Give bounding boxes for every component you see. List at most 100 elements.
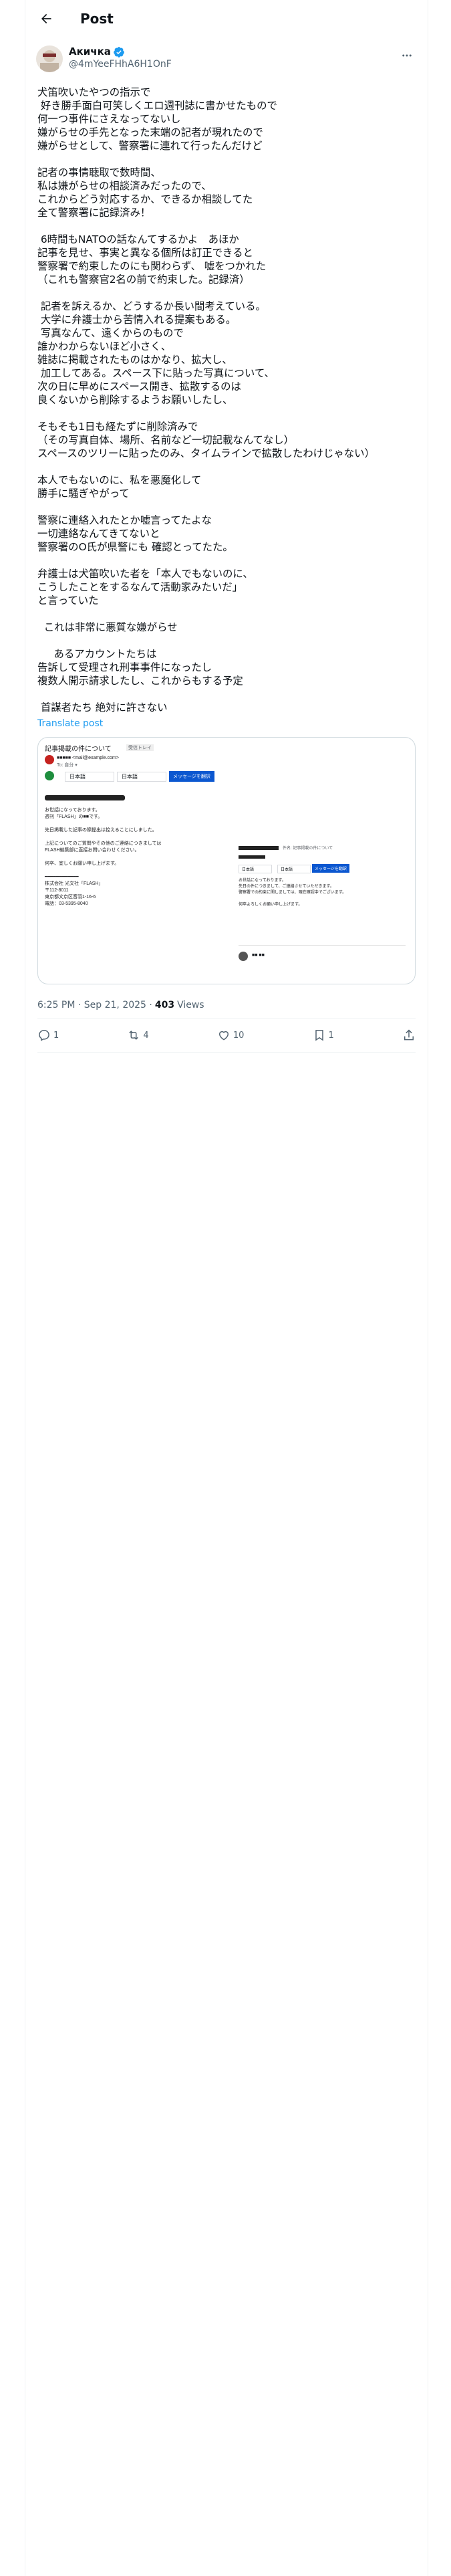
tweet-text-line: 雑誌に掲載されたものはかなり、拡大し、 xyxy=(37,354,233,366)
like-count: 10 xyxy=(233,1030,245,1041)
email-body-line: 株式会社 光文社「FLASH」 xyxy=(45,881,104,886)
lang-to-select: 日本語 xyxy=(117,772,166,782)
tweet-text-line: 良くないから削除するようお願いしたし、 xyxy=(37,394,233,406)
author-handle[interactable]: @4mYeeFHhA6H1OnF xyxy=(69,58,172,71)
email-body-line xyxy=(45,834,218,841)
second-email-body-line: 警察署での約束に関しましては、現在確認中でございます。 xyxy=(239,891,347,895)
tweet-text-line xyxy=(37,634,416,647)
reply-icon xyxy=(39,1030,49,1041)
email-body-line: 先日掲載した記事の際提出は控えることにしました。 xyxy=(45,828,157,833)
tweet-text-line: 記事を見せ、事実と異なる個所は訂正できると xyxy=(37,247,253,259)
second-email-body-line: お世話になっております。 xyxy=(239,879,286,883)
tweet-text-line: 加工してある。スペース下に貼った写真について、 xyxy=(37,367,275,379)
verified-badge-icon xyxy=(114,46,124,58)
tweet-text-line: そもそも1日も経たずに削除済みで xyxy=(37,421,198,433)
tweet-text-line xyxy=(37,152,416,166)
share-button[interactable] xyxy=(402,1029,416,1042)
tweet-text-line: これは非常に悪質な嫌がらせ xyxy=(37,621,178,633)
second-screenshot: 件名: 記事掲載の件について 日本語 日本語 メッセージを翻訳 お世話になってお… xyxy=(239,845,412,978)
views-count: 403 xyxy=(154,1000,175,1010)
tweet-text-line: 複数人開示請求したし、これからもする予定 xyxy=(37,675,243,687)
tweet-text-line xyxy=(37,407,416,420)
tweet-text-line: 誰かわからないほど小さく、 xyxy=(37,340,172,352)
tweet-text-line: 全て警察署に記録済み！ xyxy=(37,207,151,219)
bookmark-icon xyxy=(315,1030,323,1041)
email-body-line: 何卒、宜しくお願い申し上げます。 xyxy=(45,861,120,866)
tweet-meta: 6:25 PM · Sep 21, 2025 · 403 Views xyxy=(37,992,416,1018)
repost-count: 4 xyxy=(143,1030,149,1041)
share-icon xyxy=(404,1029,414,1041)
main-column: Post Акичка @4mYeeFHhA6H1OnF 犬笛吹いたやつの指示で… xyxy=(25,0,428,2576)
tweet-text-line xyxy=(37,607,416,621)
email-body-line xyxy=(45,867,218,874)
email-body-line: 週刊「FLASH」の■■です。 xyxy=(45,815,103,819)
tweet-text-line: 私は嫌がらせの相談済みだったので、 xyxy=(37,180,212,192)
tweet-text-line: 記者を訴えるか、どうするか長い間考えている。 xyxy=(37,300,266,312)
email-inbox-tag: 受信トレイ xyxy=(126,744,154,751)
tweet-text-line xyxy=(37,286,416,300)
repost-button[interactable]: 4 xyxy=(127,1029,149,1042)
translate-badge-icon xyxy=(45,771,54,780)
tweet-text-line: 告訴して受理され刑事事件になったし xyxy=(37,661,212,673)
tweet-text-line: と言っていた xyxy=(37,595,99,607)
more-options-button[interactable] xyxy=(396,44,418,67)
tweet-text-line xyxy=(37,554,416,567)
heart-icon xyxy=(218,1031,229,1041)
like-button[interactable]: 10 xyxy=(217,1029,245,1042)
email-body-line: 〒112-8011 xyxy=(45,888,69,893)
tweet-text-line: こうしたことをするなんて活動家みたいだ」 xyxy=(37,581,243,593)
email-recipient: To: 自分 ▾ xyxy=(57,763,78,768)
second-signature: ■■ ■■ xyxy=(252,953,265,958)
tweet-text-line xyxy=(37,500,416,514)
tweet-text-line: 6時間もNATOの話なんてするかよ あほか xyxy=(37,233,239,245)
email-body-line xyxy=(45,821,218,827)
email-body: お世話になっております。 週刊「FLASH」の■■です。先日掲載した記事の際提出は… xyxy=(45,807,218,907)
tweet-text-line: スペースのツリーに貼ったのみ、タイムラインで拡散したわけじゃない） xyxy=(37,447,375,459)
second-email-body-line xyxy=(239,896,406,902)
repost-icon xyxy=(129,1031,139,1040)
translate-post-link[interactable]: Translate post xyxy=(37,718,416,729)
tweet-text-line: 一切連絡なんてきてないと xyxy=(37,528,160,540)
tweet-text-line: 嫌がらせとして、警察署に連れて行ったんだけど xyxy=(37,140,263,152)
tweet-text-line: 犬笛吹いたやつの指示で xyxy=(37,86,151,98)
second-email-body-line: 何卒よろしくお願い申し上げます。 xyxy=(239,903,303,907)
tweet-text-line: これからどう対応するか、できるか相談してた xyxy=(37,193,253,205)
tweet-text-line: （その写真自体、場所、名前など一切記載なんてなし） xyxy=(37,434,294,446)
back-button[interactable] xyxy=(35,7,57,30)
redaction-bar xyxy=(239,846,279,850)
tweet-text-line: 嫌がらせの手先となった末端の記者が現れたので xyxy=(37,126,263,138)
tweet-text-line xyxy=(37,460,416,473)
avatar[interactable] xyxy=(36,45,63,72)
tweet-text-line: 首謀者たち 絶対に許さない xyxy=(37,702,168,714)
tweet-text-line: あるアカウントたちは xyxy=(37,648,157,660)
second-lang-to: 日本語 xyxy=(277,865,311,873)
tweet-text-line: 大学に弁護士から苦情入れる提案もある。 xyxy=(37,314,237,326)
reply-button[interactable]: 1 xyxy=(37,1029,59,1042)
tweet-text-line: 弁護士は犬笛吹いた者を「本人でもないのに、 xyxy=(37,568,253,580)
author-name[interactable]: Акичка xyxy=(69,45,111,58)
lang-from-select: 日本語 xyxy=(65,772,114,782)
tweet-author: Акичка @4mYeeFHhA6H1OnF xyxy=(25,37,428,78)
second-translate-button: メッセージを翻訳 xyxy=(312,864,349,873)
more-horizontal-icon xyxy=(402,54,412,57)
email-body-line: 上記についてのご質問やその他のご連絡につきましては xyxy=(45,841,162,846)
arrow-left-icon xyxy=(41,13,51,24)
tweet-text-line: （これも警察官2名の前で約束した。記録済） xyxy=(37,274,250,286)
bookmark-button[interactable]: 1 xyxy=(313,1029,334,1042)
tweet-actions: 1 4 10 1 xyxy=(37,1018,416,1053)
email-body-line: 電話：03-5395-8040 xyxy=(45,901,88,906)
email-sender: ■■■■■ <mail@example.com> xyxy=(57,756,119,760)
email-body-line: お世話になっております。 xyxy=(45,808,100,813)
sender-avatar xyxy=(45,755,54,764)
sender-avatar xyxy=(239,952,248,961)
second-email-body: お世話になっております。先日の件につきまして、ご連絡させていただきます。警察署で… xyxy=(239,878,406,908)
tweet-text-line: 警察に連絡入れたとか嘘言ってたよな xyxy=(37,514,212,526)
second-email-header: 件名: 記事掲載の件について xyxy=(283,847,333,851)
tweet-timestamp[interactable]: 6:25 PM · Sep 21, 2025 · xyxy=(37,1000,152,1010)
attached-image[interactable]: 記事掲載の件について 受信トレイ ■■■■■ <mail@example.com… xyxy=(37,737,416,984)
tweet-text-line: 写真なんて、遠くからのもので xyxy=(37,327,184,339)
second-email-body-line: 先日の件につきまして、ご連絡させていただきます。 xyxy=(239,885,334,889)
reply-count: 1 xyxy=(53,1030,59,1041)
tweet-text: 犬笛吹いたやつの指示で 好き勝手面白可笑しくエロ週刊誌に書かせたもので 何一つ事件… xyxy=(25,78,428,714)
tweet-text-line xyxy=(37,219,416,233)
